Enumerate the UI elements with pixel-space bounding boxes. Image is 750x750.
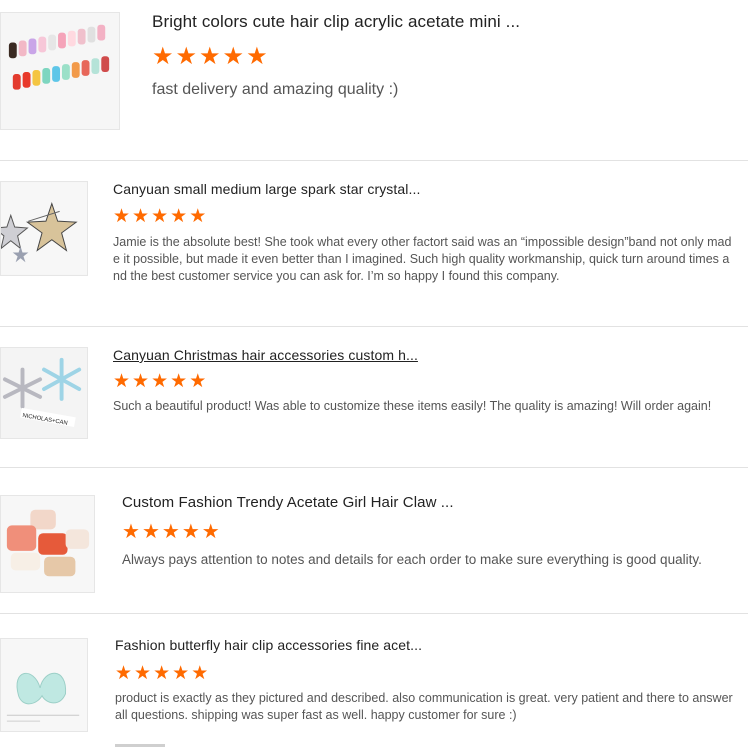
star-icon: ★ <box>122 521 140 543</box>
review-item: Bright colors cute hair clip acrylic ace… <box>0 0 750 160</box>
star-icon: ★ <box>172 663 190 684</box>
star-icon: ★ <box>141 521 160 543</box>
star-icon: ★ <box>246 43 268 70</box>
star-icon: ★ <box>113 371 131 392</box>
product-title-link[interactable]: Custom Fashion Trendy Acetate Girl Hair … <box>122 494 454 511</box>
star-icon: ★ <box>181 521 200 543</box>
rating-stars: ★ ★ ★ ★ ★ <box>113 207 206 226</box>
review-item: Canyuan small medium large spark star cr… <box>0 161 750 326</box>
butterfly-clip-image[interactable] <box>0 638 88 732</box>
review-text: Jamie is the absolute best! She took wha… <box>113 235 732 283</box>
star-icon: ★ <box>134 663 152 684</box>
star-icon: ★ <box>222 43 245 70</box>
colorful-hair-clips-image[interactable] <box>0 12 120 130</box>
star-icon: ★ <box>115 663 133 684</box>
review-item: Custom Fashion Trendy Acetate Girl Hair … <box>0 475 750 613</box>
hair-claw-image[interactable] <box>0 495 95 593</box>
star-icon: ★ <box>191 663 209 684</box>
review-item: Fashion butterfly hair clip accessories … <box>0 614 750 750</box>
snowflake-clips-image[interactable]: NICHOLAS+CAN <box>0 347 88 439</box>
star-icon: ★ <box>201 521 220 543</box>
star-crystal-clips-image[interactable] <box>0 181 88 276</box>
star-icon: ★ <box>153 663 171 684</box>
star-icon: ★ <box>151 206 169 227</box>
star-icon: ★ <box>161 521 180 543</box>
rating-stars: ★ ★ ★ ★ ★ <box>115 664 208 683</box>
product-title-link[interactable]: Bright colors cute hair clip acrylic ace… <box>152 12 520 32</box>
review-text: Always pays attention to notes and detai… <box>122 552 702 567</box>
review-text: product is exactly as they pictured and … <box>115 691 733 722</box>
review-text: fast delivery and amazing quality :) <box>152 81 399 98</box>
star-icon: ★ <box>132 206 150 227</box>
product-title-link[interactable]: Canyuan Christmas hair accessories custo… <box>113 347 418 363</box>
review-item: NICHOLAS+CAN Canyuan Christmas hair acce… <box>0 327 750 467</box>
rating-stars: ★ ★ ★ ★ ★ <box>152 45 268 69</box>
divider <box>0 467 748 468</box>
next-review-thumb-edge <box>115 744 165 747</box>
product-title-link[interactable]: Fashion butterfly hair clip accessories … <box>115 637 422 653</box>
star-icon: ★ <box>199 43 221 70</box>
star-icon: ★ <box>170 206 188 227</box>
rating-stars: ★ ★ ★ ★ ★ <box>113 372 206 391</box>
review-text: Such a beautiful product! Was able to cu… <box>113 399 712 413</box>
star-icon: ★ <box>170 371 188 392</box>
star-icon: ★ <box>175 43 198 70</box>
star-icon: ★ <box>152 43 174 70</box>
product-title-link[interactable]: Canyuan small medium large spark star cr… <box>113 181 420 197</box>
star-icon: ★ <box>113 206 131 227</box>
star-icon: ★ <box>151 371 169 392</box>
star-icon: ★ <box>189 206 207 227</box>
rating-stars: ★ ★ ★ ★ ★ <box>122 522 220 542</box>
star-icon: ★ <box>189 371 207 392</box>
star-icon: ★ <box>132 371 150 392</box>
